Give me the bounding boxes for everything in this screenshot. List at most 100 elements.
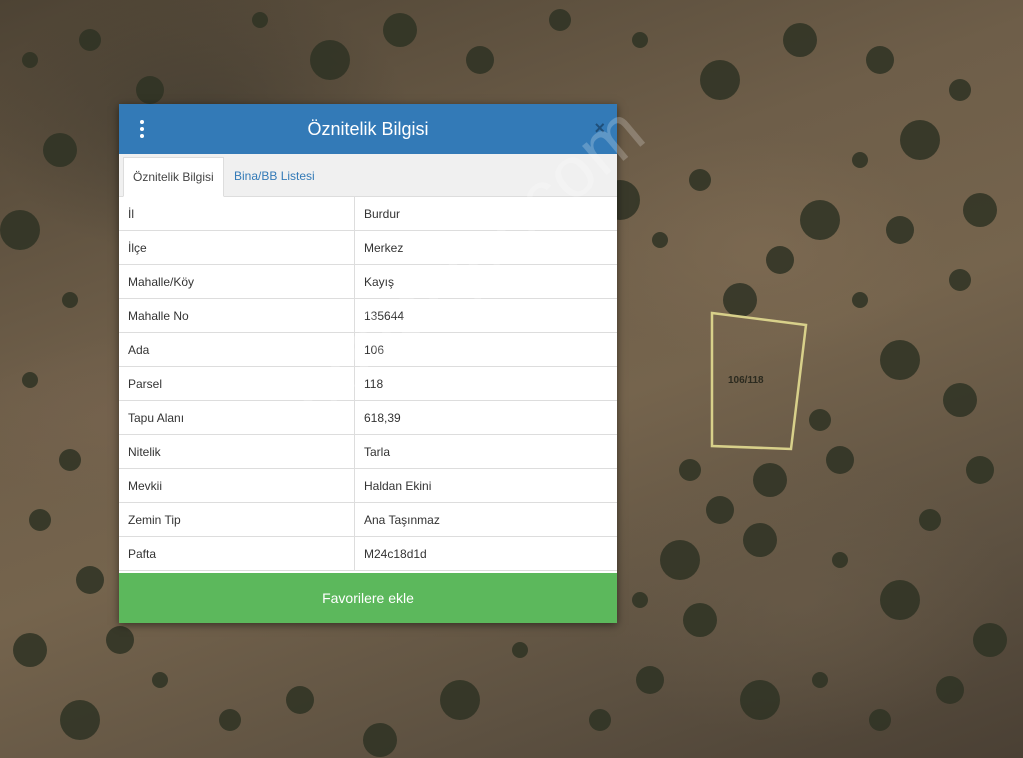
tree-canopy <box>59 449 81 471</box>
table-row: Pafta M24c18d1d <box>119 536 617 571</box>
attribute-key: İlçe <box>119 230 355 265</box>
tree-canopy <box>62 292 78 308</box>
attribute-value: 618,39 <box>354 400 617 435</box>
attribute-value: Ana Taşınmaz <box>354 502 617 537</box>
table-row: Mevkii Haldan Ekini <box>119 468 617 503</box>
tab-building-list[interactable]: Bina/BB Listesi <box>225 157 324 195</box>
tree-canopy <box>79 29 101 51</box>
tree-canopy <box>440 680 480 720</box>
tree-canopy <box>679 459 701 481</box>
close-icon[interactable]: × <box>594 118 605 139</box>
tree-canopy <box>766 246 794 274</box>
attribute-value: M24c18d1d <box>354 536 617 571</box>
tree-canopy <box>466 46 494 74</box>
table-row: İl Burdur <box>119 197 617 231</box>
tree-canopy <box>660 540 700 580</box>
tree-canopy <box>812 672 828 688</box>
tree-canopy <box>943 383 977 417</box>
attribute-value: Merkez <box>354 230 617 265</box>
dialog-header: Öznitelik Bilgisi × <box>119 104 617 154</box>
parcel-label: 106/118 <box>728 375 764 386</box>
tree-canopy <box>880 580 920 620</box>
tree-canopy <box>700 60 740 100</box>
tree-canopy <box>29 509 51 531</box>
tree-canopy <box>310 40 350 80</box>
tree-canopy <box>866 46 894 74</box>
tree-canopy <box>0 210 40 250</box>
attribute-value: 118 <box>354 366 617 401</box>
dialog-title: Öznitelik Bilgisi <box>307 118 429 139</box>
tree-canopy <box>936 676 964 704</box>
tree-canopy <box>966 456 994 484</box>
tree-canopy <box>632 32 648 48</box>
tree-canopy <box>740 680 780 720</box>
tree-canopy <box>886 216 914 244</box>
tree-canopy <box>800 200 840 240</box>
attribute-table: İl Burdur İlçe Merkez Mahalle/Köy Kayış Mahall… <box>119 197 617 571</box>
tree-canopy <box>632 592 648 608</box>
attribute-key: Pafta <box>119 536 355 571</box>
tree-canopy <box>589 709 611 731</box>
add-to-favorites-button[interactable]: Favorilere ekle <box>119 573 617 623</box>
attribute-value: Burdur <box>354 197 617 231</box>
table-row: Zemin Tip Ana Taşınmaz <box>119 502 617 537</box>
tree-canopy <box>76 566 104 594</box>
table-row: İlçe Merkez <box>119 230 617 265</box>
attribute-value: Haldan Ekini <box>354 468 617 503</box>
tree-canopy <box>22 372 38 388</box>
tree-canopy <box>963 193 997 227</box>
tree-canopy <box>900 120 940 160</box>
tree-canopy <box>706 496 734 524</box>
attribute-value: 135644 <box>354 298 617 333</box>
tree-canopy <box>880 340 920 380</box>
attribute-key: Mahalle/Köy <box>119 264 355 299</box>
attribute-key: Nitelik <box>119 434 355 469</box>
tree-canopy <box>636 666 664 694</box>
tree-canopy <box>753 463 787 497</box>
tree-canopy <box>973 623 1007 657</box>
tree-canopy <box>13 633 47 667</box>
attribute-key: Tapu Alanı <box>119 400 355 435</box>
tree-canopy <box>869 709 891 731</box>
tree-canopy <box>219 709 241 731</box>
tree-canopy <box>136 76 164 104</box>
attribute-key: Parsel <box>119 366 355 401</box>
tree-canopy <box>949 79 971 101</box>
tree-canopy <box>689 169 711 191</box>
tree-canopy <box>286 686 314 714</box>
tree-canopy <box>106 626 134 654</box>
attribute-key: Mevkii <box>119 468 355 503</box>
attribute-key: Ada <box>119 332 355 367</box>
tree-canopy <box>743 523 777 557</box>
menu-icon[interactable] <box>135 117 149 141</box>
tree-canopy <box>512 642 528 658</box>
tree-canopy <box>919 509 941 531</box>
table-row: Mahalle/Köy Kayış <box>119 264 617 299</box>
tree-canopy <box>826 446 854 474</box>
tree-canopy <box>852 292 868 308</box>
table-row: Mahalle No 135644 <box>119 298 617 333</box>
attribute-key: İl <box>119 197 355 231</box>
tree-canopy <box>783 23 817 57</box>
tree-canopy <box>252 12 268 28</box>
attribute-value: Kayış <box>354 264 617 299</box>
tree-canopy <box>60 700 100 740</box>
attribute-key: Zemin Tip <box>119 502 355 537</box>
table-row: Tapu Alanı 618,39 <box>119 400 617 435</box>
tree-canopy <box>683 603 717 637</box>
attribute-key: Mahalle No <box>119 298 355 333</box>
tree-canopy <box>363 723 397 757</box>
tab-attribute-info[interactable]: Öznitelik Bilgisi <box>123 157 224 197</box>
tree-canopy <box>43 133 77 167</box>
tree-canopy <box>949 269 971 291</box>
tree-canopy <box>723 283 757 317</box>
tree-canopy <box>383 13 417 47</box>
tree-canopy <box>22 52 38 68</box>
tree-canopy <box>809 409 831 431</box>
tree-canopy <box>832 552 848 568</box>
table-row: Nitelik Tarla <box>119 434 617 469</box>
tree-canopy <box>852 152 868 168</box>
attribute-value: 106 <box>354 332 617 367</box>
attribute-value: Tarla <box>354 434 617 469</box>
table-row: Parsel 118 <box>119 366 617 401</box>
